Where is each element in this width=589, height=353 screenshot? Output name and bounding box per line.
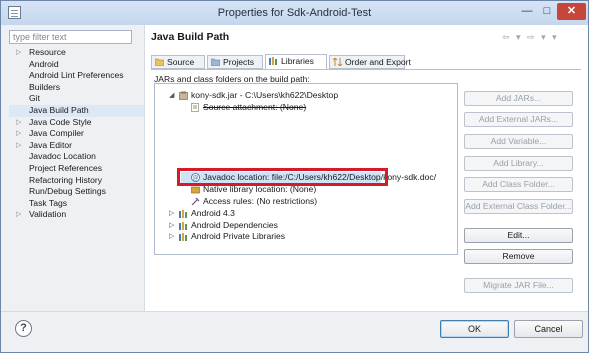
sidebar-item-label: Project References — [29, 162, 103, 173]
close-button[interactable]: ✕ — [557, 3, 586, 20]
tab-source[interactable]: Source — [151, 55, 205, 69]
expand-arrow-icon[interactable]: ▷ — [16, 47, 21, 59]
jar-icon — [179, 91, 188, 100]
title-bar[interactable]: Properties for Sdk-Android-Test — □ ✕ — [1, 1, 588, 25]
sidebar-item-label: Android Lint Preferences — [29, 70, 124, 81]
tab-libraries[interactable]: Libraries — [265, 54, 327, 70]
edit-button[interactable]: Edit... — [464, 228, 573, 243]
help-icon[interactable]: ? — [15, 320, 32, 337]
dialog-footer: ? OK Cancel — [1, 311, 588, 352]
jar-entry-label: kony-sdk.jar - C:\Users\kh622\Desktop — [191, 90, 339, 100]
expand-arrow-icon[interactable]: ▷ — [169, 220, 174, 232]
migrate-jar-button[interactable]: Migrate JAR File... — [464, 278, 573, 293]
sidebar-item-android[interactable]: Android — [9, 59, 145, 71]
sidebar-item-label: Refactoring History — [29, 174, 103, 185]
source-attachment-label: Source attachment: (None) — [203, 101, 307, 112]
expand-arrow-icon[interactable]: ▷ — [169, 208, 174, 220]
add-class-folder-button[interactable]: Add Class Folder... — [464, 177, 573, 192]
filter-input[interactable]: type filter text — [9, 30, 132, 44]
expand-arrow-icon[interactable]: ▷ — [16, 209, 21, 221]
sidebar-item-java-code-style[interactable]: ▷ Java Code Style — [9, 117, 145, 129]
sidebar-item-label: Run/Debug Settings — [29, 186, 106, 197]
java-build-path-page: Java Build Path ⇦ ▾ ⇨ ▾ ▾ Source Project… — [144, 25, 588, 311]
library-container-icon — [179, 233, 187, 241]
sidebar-item-label: Task Tags — [29, 197, 68, 208]
sidebar-item-label: Java Code Style — [29, 116, 92, 127]
native-library-icon — [191, 186, 200, 194]
sidebar-item-resource[interactable]: ▷ Resource — [9, 47, 145, 59]
sidebar-item-label: Java Editor — [29, 139, 72, 150]
projects-icon — [211, 58, 220, 66]
library-container-icon — [179, 221, 187, 230]
sidebar-item-java-compiler[interactable]: ▷ Java Compiler — [9, 128, 145, 140]
tab-divider — [151, 69, 581, 70]
sidebar-item-label: Validation — [29, 209, 67, 220]
cancel-button[interactable]: Cancel — [514, 320, 583, 338]
page-title: Java Build Path — [151, 31, 230, 43]
libraries-icon — [269, 57, 277, 65]
tab-label: Projects — [223, 57, 255, 67]
expand-arrow-icon[interactable]: ▷ — [169, 231, 174, 243]
access-rules-label: Access rules: (No restrictions) — [203, 195, 318, 206]
access-rules-icon — [191, 197, 200, 205]
expand-arrow-icon[interactable]: ▷ — [16, 117, 21, 129]
add-external-class-folder-button[interactable]: Add External Class Folder... — [464, 199, 573, 214]
container-label: Android 4.3 — [191, 208, 235, 218]
maximize-button[interactable]: □ — [537, 3, 557, 20]
collapse-arrow-icon[interactable]: ◢ — [169, 90, 174, 102]
sidebar-item-task-tags[interactable]: Task Tags — [9, 198, 145, 210]
sidebar-item-run-debug[interactable]: Run/Debug Settings — [9, 186, 145, 198]
sidebar-item-validation[interactable]: ▷ Validation — [9, 209, 145, 221]
expand-arrow-icon[interactable]: ▷ — [16, 128, 21, 140]
sidebar-item-label: Git — [29, 93, 40, 104]
container-label: Android Private Libraries — [191, 231, 286, 241]
annotation-highlight-box — [177, 168, 388, 186]
sidebar-item-label: Java Compiler — [29, 128, 84, 139]
sidebar-item-label: Java Build Path — [29, 104, 89, 115]
add-jars-button[interactable]: Add JARs... — [464, 91, 573, 106]
sidebar-item-project-references[interactable]: Project References — [9, 163, 145, 175]
tab-projects[interactable]: Projects — [207, 55, 263, 69]
property-pages-tree: ▷ Resource Android Android Lint Preferenc… — [9, 47, 145, 221]
container-label: Android Dependencies — [191, 219, 278, 230]
sidebar-item-label: Builders — [29, 81, 61, 92]
source-folder-icon — [155, 58, 164, 66]
expand-arrow-icon[interactable]: ▷ — [16, 140, 21, 152]
tab-label: Libraries — [281, 56, 314, 66]
source-attachment-icon — [191, 102, 199, 112]
sidebar-item-java-build-path[interactable]: Java Build Path — [9, 104, 145, 117]
tab-order-and-export[interactable]: Order and Export — [329, 55, 411, 69]
add-external-jars-button[interactable]: Add External JARs... — [464, 112, 573, 127]
history-nav-arrows[interactable]: ⇦ ▾ ⇨ ▾ ▾ — [502, 32, 559, 43]
sidebar-item-refactoring-history[interactable]: Refactoring History — [9, 175, 145, 187]
sidebar-item-label: Javadoc Location — [29, 151, 96, 162]
sidebar-item-builders[interactable]: Builders — [9, 82, 145, 94]
sidebar-item-android-lint[interactable]: Android Lint Preferences — [9, 70, 145, 82]
window-title: Properties for Sdk-Android-Test — [217, 7, 372, 19]
add-variable-button[interactable]: Add Variable... — [464, 134, 573, 149]
tab-label: Source — [167, 57, 195, 67]
remove-button[interactable]: Remove — [464, 249, 573, 264]
minimize-button[interactable]: — — [517, 3, 537, 20]
sidebar-item-javadoc-location[interactable]: Javadoc Location — [9, 151, 145, 163]
sidebar-item-git[interactable]: Git — [9, 93, 145, 105]
sidebar-item-java-editor[interactable]: ▷ Java Editor — [9, 140, 145, 152]
order-export-icon — [333, 58, 342, 66]
add-library-button[interactable]: Add Library... — [464, 156, 573, 171]
library-container-icon — [179, 210, 187, 218]
tab-label: Order and Export — [345, 57, 411, 67]
sidebar-item-label: Resource — [29, 47, 66, 57]
libraries-tree[interactable]: ◢ kony-sdk.jar - C:\Users\kh622\Desktop … — [154, 83, 458, 255]
properties-dialog: Properties for Sdk-Android-Test — □ ✕ ty… — [0, 0, 589, 353]
sidebar-item-label: Android — [29, 58, 59, 69]
ok-button[interactable]: OK — [440, 320, 509, 338]
